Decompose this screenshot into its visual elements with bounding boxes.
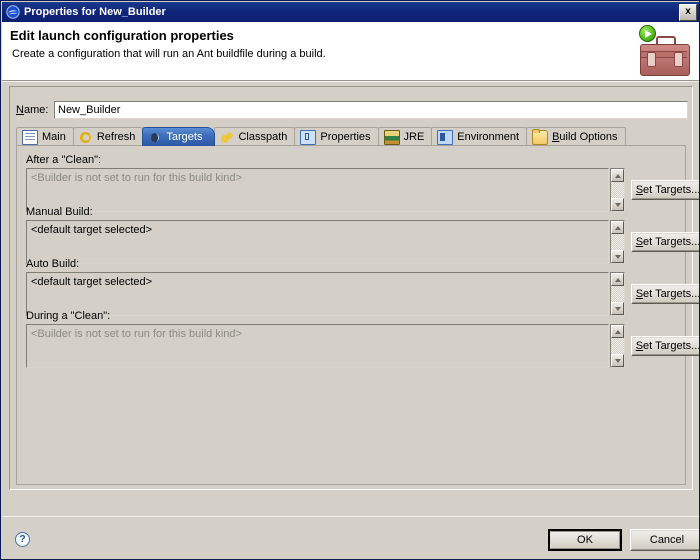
after-clean-scrollbar[interactable] [610, 168, 625, 212]
after-clean-value: <Builder is not set to run for this buil… [31, 172, 242, 184]
tab-strip: Main Refresh Targets Classpath Propertie… [16, 126, 686, 146]
set-targets-button-manual-build[interactable]: Set Targets... [631, 232, 699, 252]
dialog-body: Name: Main Refresh Targets [2, 82, 699, 516]
scroll-up-icon[interactable] [611, 169, 624, 182]
tab-environment[interactable]: Environment [431, 127, 528, 146]
tab-main-label: Main [42, 131, 66, 143]
set-targets-button-after-clean[interactable]: Set Targets... [631, 180, 699, 200]
title-bar: Properties for New_Builder x [2, 2, 699, 22]
scroll-up-icon[interactable] [611, 273, 624, 286]
scroll-down-icon[interactable] [611, 354, 624, 367]
after-clean-label: After a "Clean": [26, 154, 102, 166]
jre-icon [383, 129, 400, 145]
name-label: Name: [16, 104, 49, 116]
auto-build-field[interactable]: <default target selected> [26, 272, 609, 316]
manual-build-value: <default target selected> [31, 224, 153, 236]
ant-target-icon [148, 130, 163, 144]
scroll-down-icon[interactable] [611, 302, 624, 315]
during-clean-scrollbar[interactable] [610, 324, 625, 368]
help-icon[interactable]: ? [15, 532, 30, 547]
tab-targets[interactable]: Targets [142, 127, 216, 146]
tab-build-options[interactable]: Build Options [526, 127, 626, 146]
scroll-up-icon[interactable] [611, 221, 624, 234]
during-clean-value: <Builder is not set to run for this buil… [31, 328, 242, 340]
manual-build-field[interactable]: <default target selected> [26, 220, 609, 264]
tab-build-options-label: Build Options [552, 131, 618, 143]
auto-build-label: Auto Build: [26, 258, 80, 270]
properties-dialog: Properties for New_Builder x Edit launch… [0, 0, 700, 560]
environment-icon [437, 129, 454, 145]
document-icon [22, 129, 38, 145]
name-row: Name: [16, 101, 688, 120]
page-description: Create a configuration that will run an … [12, 48, 326, 60]
ant-toolbox-run-icon [618, 24, 694, 78]
eclipse-icon [6, 5, 20, 19]
tab-refresh-label: Refresh [96, 131, 136, 143]
tab-properties-label: Properties [320, 131, 371, 143]
auto-build-value: <default target selected> [31, 276, 153, 288]
header-banner: Edit launch configuration properties Cre… [2, 22, 699, 80]
scroll-down-icon[interactable] [611, 198, 624, 211]
manual-build-scrollbar[interactable] [610, 220, 625, 264]
targets-tab-panel: After a "Clean": <Builder is not set to … [16, 145, 699, 485]
name-input[interactable] [54, 101, 688, 119]
folder-icon [532, 128, 549, 145]
cancel-button[interactable]: Cancel [630, 529, 699, 551]
during-clean-field[interactable]: <Builder is not set to run for this buil… [26, 324, 609, 368]
set-targets-button-during-clean[interactable]: Set Targets... [631, 336, 699, 356]
tab-refresh[interactable]: Refresh [72, 127, 144, 146]
scroll-up-icon[interactable] [611, 325, 624, 338]
tab-classpath-label: Classpath [238, 131, 288, 143]
manual-build-label: Manual Build: [26, 206, 93, 218]
run-badge-icon [639, 25, 656, 42]
close-icon[interactable]: x [679, 3, 697, 21]
tab-classpath[interactable]: Classpath [214, 127, 296, 146]
tab-targets-label: Targets [166, 131, 203, 143]
auto-build-scrollbar[interactable] [610, 272, 625, 316]
dialog-footer: ? OK Cancel [2, 516, 699, 559]
tab-jre-label: JRE [403, 131, 425, 143]
tab-properties[interactable]: Properties [294, 127, 379, 146]
window-title: Properties for New_Builder [24, 6, 166, 18]
properties-icon [300, 129, 317, 145]
tab-environment-label: Environment [457, 131, 520, 143]
refresh-icon [78, 130, 93, 144]
scroll-down-icon[interactable] [611, 250, 624, 263]
ok-button[interactable]: OK [548, 529, 622, 551]
tab-jre[interactable]: JRE [377, 127, 433, 146]
set-targets-button-auto-build[interactable]: Set Targets... [631, 284, 699, 304]
during-clean-label: During a "Clean": [26, 310, 111, 322]
settings-panel: Name: Main Refresh Targets [9, 86, 699, 490]
after-clean-field[interactable]: <Builder is not set to run for this buil… [26, 168, 609, 212]
toolbox-latch-left [647, 52, 656, 67]
page-title: Edit launch configuration properties [10, 28, 234, 43]
classpath-icon [220, 130, 235, 144]
tab-main[interactable]: Main [16, 127, 74, 146]
toolbox-latch-right [674, 52, 683, 67]
